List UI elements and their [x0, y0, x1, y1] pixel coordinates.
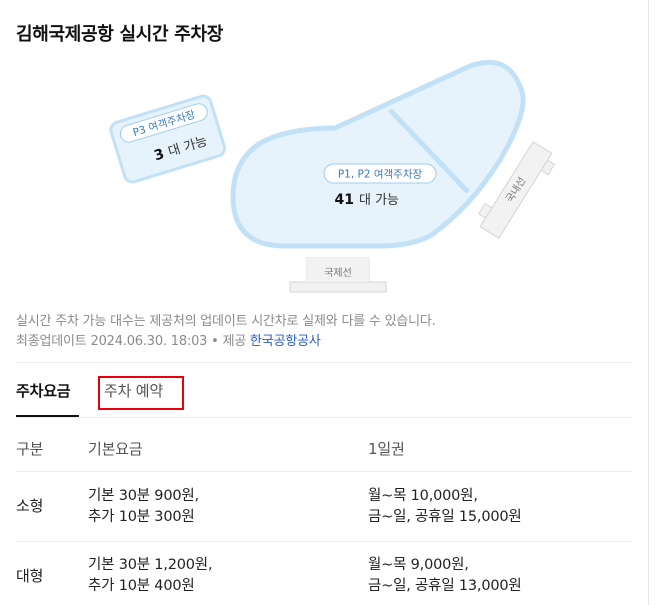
international-terminal: 국제선	[289, 257, 387, 293]
p1-p2-lot[interactable]	[230, 59, 526, 249]
header-basic-fee: 기본요금	[88, 440, 143, 458]
page-title: 김해국제공항 실시간 주차장	[16, 24, 224, 45]
daily-pass-line: 금~일, 공휴일 13,000원	[368, 578, 522, 594]
basic-fee-line: 기본 30분 900원,	[88, 488, 199, 504]
daily-pass-line: 월~목 9,000원,	[368, 557, 469, 573]
row-divider	[16, 471, 632, 472]
daily-pass-line: 금~일, 공휴일 15,000원	[368, 509, 522, 525]
tab-divider	[16, 417, 632, 418]
basic-fee-line: 추가 10분 300원	[88, 509, 195, 525]
tab-parking-fee[interactable]: 주차요금	[16, 380, 71, 401]
provider-link[interactable]: 한국공항공사	[250, 334, 321, 349]
daily-pass-line: 월~목 10,000원,	[368, 488, 478, 504]
p1-p2-tag: P1, P2 여객주차장	[338, 169, 423, 181]
p1-p2-count: 41	[335, 192, 354, 208]
last-updated-text: 최종업데이트 2024.06.30. 18:03 • 제공	[16, 334, 251, 349]
row-type: 대형	[16, 567, 44, 585]
p3-lot[interactable]: P3 여객주차장 3 대 가능	[109, 94, 227, 184]
basic-fee-line: 기본 30분 1,200원,	[88, 557, 213, 573]
divider	[16, 362, 632, 363]
row-type: 소형	[16, 497, 44, 515]
basic-fee-line: 추가 10분 400원	[88, 578, 195, 594]
last-updated: 최종업데이트 2024.06.30. 18:03 • 제공 한국공항공사	[16, 330, 321, 349]
header-type: 구분	[16, 440, 44, 458]
parking-card: 김해국제공항 실시간 주차장 P3 여객주차장 3 대 가능 P1, P2 여객…	[0, 0, 649, 605]
header-daily-pass: 1일권	[368, 440, 405, 458]
international-label: 국제선	[324, 267, 352, 279]
parking-map: P3 여객주차장 3 대 가능 P1, P2 여객주차장 41 대 가능 국내선…	[109, 59, 556, 293]
highlight-box	[98, 376, 184, 410]
availability-notice: 실시간 주차 가능 대수는 제공처의 업데이트 시간차로 실제와 다를 수 있습…	[16, 314, 436, 329]
p1-p2-unit: 대 가능	[359, 193, 399, 208]
row-divider	[16, 541, 632, 542]
